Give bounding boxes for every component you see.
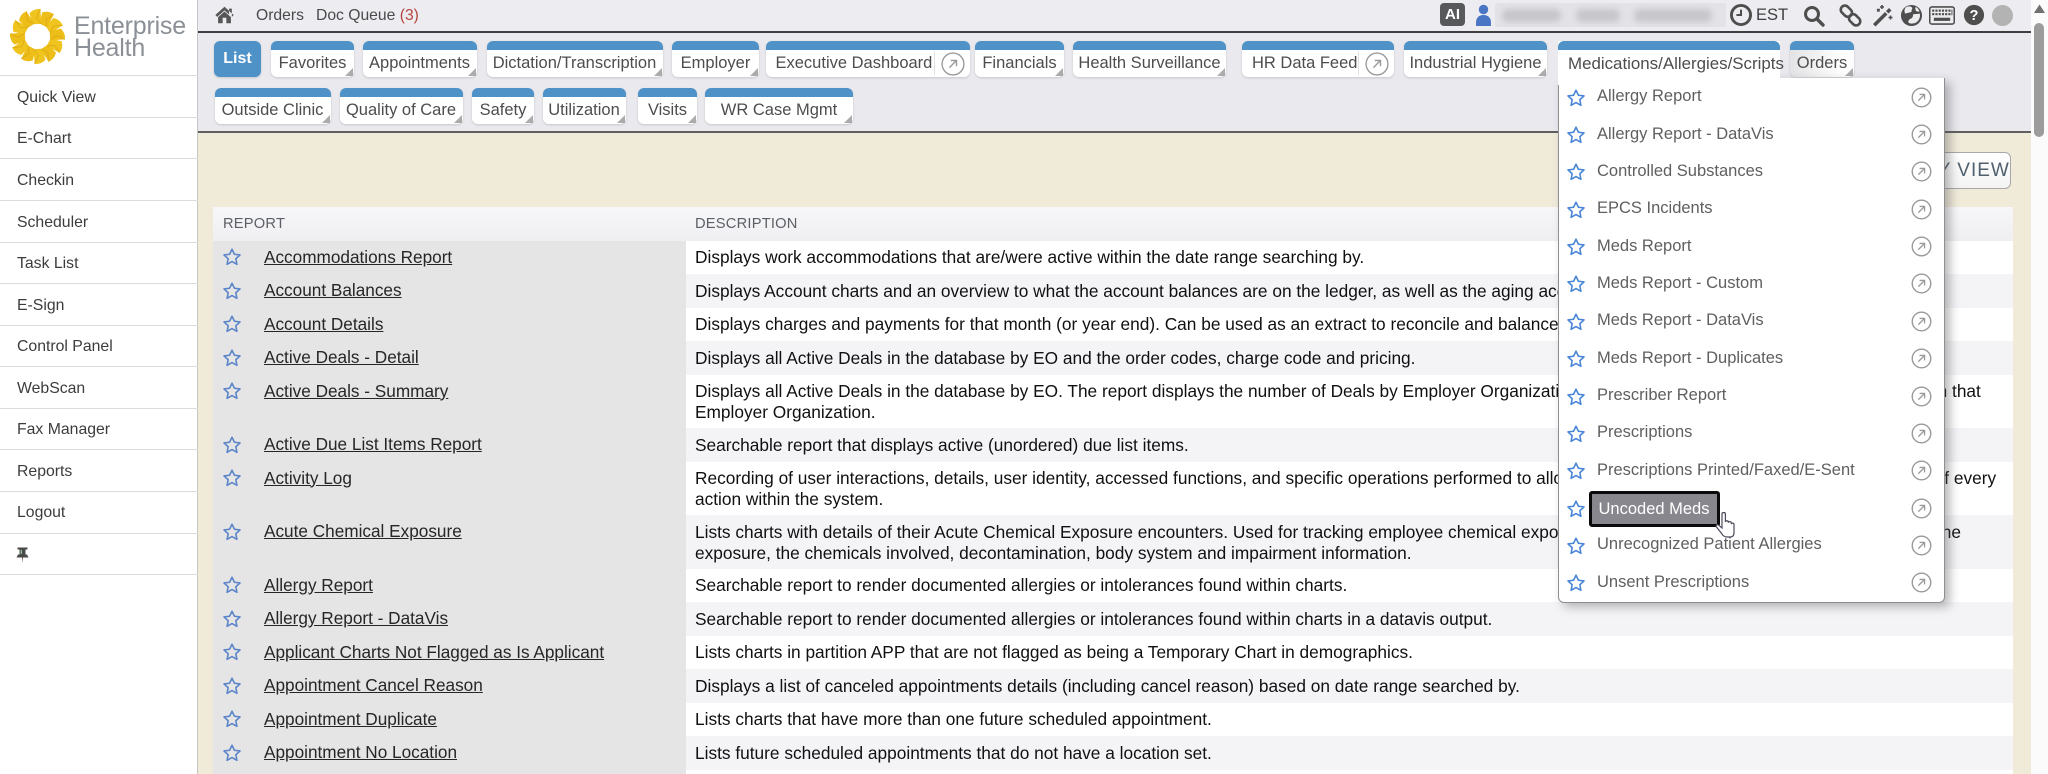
svg-text:?: ? xyxy=(1970,8,1979,24)
